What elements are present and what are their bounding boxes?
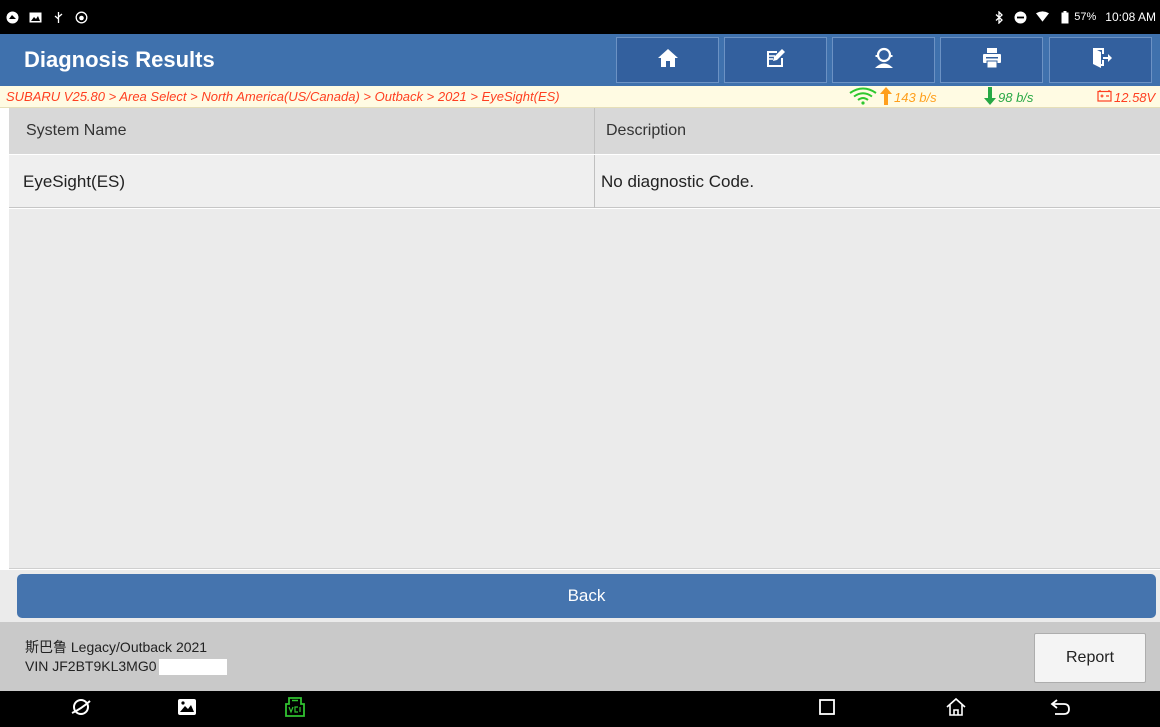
title-bar: Diagnosis Results — [0, 34, 1160, 86]
vci-shortcut[interactable] — [280, 694, 310, 724]
vehicle-footer: 斯巴鲁 Legacy/Outback 2021 VIN JF2BT9KL3MG0… — [0, 622, 1160, 691]
browser-shortcut[interactable] — [66, 694, 96, 724]
wifi-status-icon — [1036, 11, 1050, 24]
back-button[interactable]: Back — [17, 574, 1156, 618]
recent-apps-icon — [818, 698, 836, 721]
home-button[interactable] — [616, 37, 719, 83]
page-title: Diagnosis Results — [24, 47, 215, 72]
do-not-disturb-icon — [1014, 11, 1027, 24]
back-nav-button[interactable] — [1046, 694, 1076, 724]
support-button[interactable] — [832, 37, 935, 83]
back-arrow-icon — [1050, 698, 1072, 721]
battery-voltage: 12.58V — [1097, 86, 1155, 108]
table-header: System Name Description — [9, 108, 1160, 154]
recent-apps-button[interactable] — [812, 694, 842, 724]
vin-redaction — [158, 659, 227, 676]
upload-rate: 143 b/s — [848, 86, 937, 108]
gallery-icon — [177, 698, 197, 721]
bluetooth-icon — [992, 10, 1005, 24]
home-icon — [657, 47, 679, 74]
usb-icon — [52, 11, 65, 24]
navigation-bar — [0, 691, 1160, 727]
download-rate: 98 b/s — [984, 86, 1033, 108]
results-empty-area — [9, 209, 1160, 569]
notification-app-icon — [6, 11, 19, 24]
upload-arrow-icon — [880, 86, 892, 108]
vin-line: VIN JF2BT9KL3MG0 — [25, 658, 227, 676]
download-rate-value: 98 b/s — [998, 89, 1034, 105]
home-nav-button[interactable] — [941, 694, 971, 724]
support-icon — [872, 47, 896, 74]
exit-icon — [1090, 47, 1112, 74]
vci-icon — [283, 696, 307, 723]
report-button[interactable]: Report — [1034, 633, 1146, 683]
breadcrumb: SUBARU V25.80 > Area Select > North Amer… — [6, 89, 560, 104]
info-bar: SUBARU V25.80 > Area Select > North Amer… — [0, 86, 1160, 108]
voltage-value: 12.58V — [1114, 89, 1156, 105]
description-cell: No diagnostic Code. — [601, 172, 755, 191]
planet-icon — [70, 696, 92, 723]
print-button[interactable] — [940, 37, 1043, 83]
download-arrow-icon — [984, 86, 996, 108]
upload-rate-value: 143 b/s — [894, 89, 937, 105]
image-notification-icon — [29, 11, 42, 24]
column-divider — [594, 155, 595, 208]
edit-icon — [765, 47, 787, 74]
battery-percent: 57% — [1074, 11, 1097, 23]
column-description: Description — [606, 122, 687, 139]
battery-icon — [1058, 10, 1071, 24]
wifi-signal-icon — [848, 87, 878, 108]
table-row[interactable]: EyeSight(ES) No diagnostic Code. — [9, 155, 1160, 208]
edit-button[interactable] — [724, 37, 827, 83]
system-indicators: 57% 10:08 AM — [992, 0, 1156, 34]
car-battery-icon — [1097, 89, 1112, 105]
bug-icon — [75, 11, 88, 24]
status-bar: 57% 10:08 AM — [0, 0, 1160, 34]
clock: 10:08 AM — [1105, 10, 1156, 24]
column-system-name: System Name — [26, 122, 127, 139]
system-name-cell: EyeSight(ES) — [23, 172, 126, 191]
column-divider — [594, 108, 595, 154]
vehicle-name: 斯巴鲁 Legacy/Outback 2021 — [25, 639, 208, 655]
print-icon — [981, 47, 1003, 74]
vin-text: VIN JF2BT9KL3MG0 — [25, 658, 157, 674]
home-nav-icon — [945, 697, 967, 722]
exit-button[interactable] — [1049, 37, 1152, 83]
gallery-shortcut[interactable] — [172, 694, 202, 724]
notification-icons — [6, 0, 88, 34]
